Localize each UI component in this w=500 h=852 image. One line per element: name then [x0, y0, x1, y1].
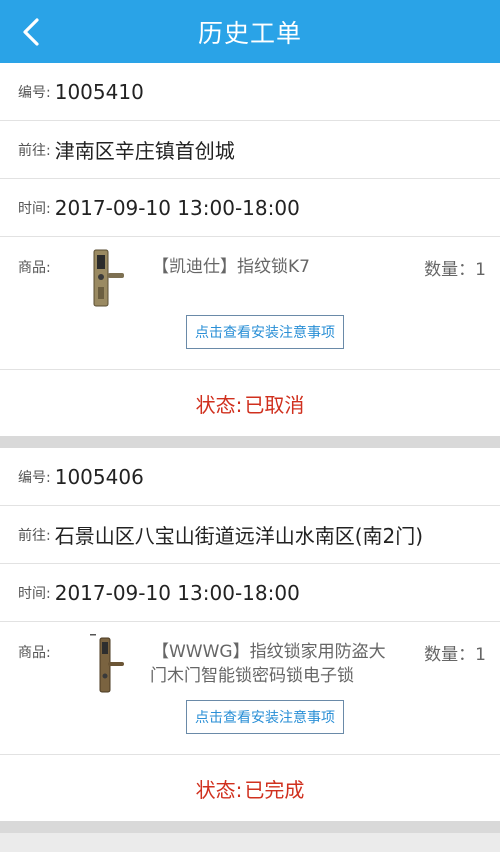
- goods-quantity: 数量：1: [424, 260, 486, 280]
- order-number-label: 编号:: [18, 469, 51, 486]
- time-label: 时间:: [18, 200, 51, 217]
- goods-row: 商品: 【WWWG】指纹锁家用防盗大 门木门智能锁密码锁电子锁 数量：1 点击查…: [0, 622, 500, 755]
- goods-label: 商品:: [18, 645, 51, 661]
- destination-row: 前往: 石景山区八宝山街道远洋山水南区(南2门): [0, 506, 500, 564]
- destination-label: 前往:: [18, 142, 51, 159]
- goods-label: 商品:: [18, 260, 51, 276]
- app-header: 历史工单: [0, 0, 500, 63]
- order-number-value: 1005410: [54, 79, 144, 104]
- destination-value: 石景山区八宝山街道远洋山水南区(南2门): [54, 524, 424, 548]
- destination-row: 前往: 津南区辛庄镇首创城: [0, 121, 500, 179]
- time-row: 时间: 2017-09-10 13:00-18:00: [0, 564, 500, 622]
- goods-row: 商品: 【凯迪仕】指纹锁K7 数量：1 点击查看安装注意事项: [0, 237, 500, 370]
- destination-label: 前往:: [18, 527, 51, 544]
- goods-name-line-2: 门木门智能锁密码锁电子锁: [150, 666, 354, 686]
- chevron-left-icon: [23, 18, 39, 46]
- status-label: 状态:: [195, 392, 243, 417]
- install-notes-button[interactable]: 点击查看安装注意事项: [186, 700, 344, 734]
- status-label: 状态:: [195, 777, 243, 802]
- back-button[interactable]: [16, 14, 46, 50]
- status-row: 状态: 已取消: [0, 370, 500, 436]
- order-number-label: 编号:: [18, 84, 51, 101]
- order-card: 编号: 1005410 前往: 津南区辛庄镇首创城 时间: 2017-09-10…: [0, 63, 500, 436]
- lock-product-image: [90, 634, 124, 693]
- order-list: 编号: 1005410 前往: 津南区辛庄镇首创城 时间: 2017-09-10…: [0, 63, 500, 833]
- destination-value: 津南区辛庄镇首创城: [54, 139, 235, 163]
- card-divider: [0, 436, 500, 448]
- goods-quantity: 数量：1: [424, 645, 486, 665]
- status-row: 状态: 已完成: [0, 755, 500, 821]
- order-card: 编号: 1005406 前往: 石景山区八宝山街道远洋山水南区(南2门) 时间:…: [0, 448, 500, 821]
- time-value: 2017-09-10 13:00-18:00: [54, 580, 300, 605]
- card-divider: [0, 821, 500, 833]
- order-number-row: 编号: 1005406: [0, 448, 500, 506]
- time-label: 时间:: [18, 585, 51, 602]
- page-title: 历史工单: [197, 18, 302, 48]
- goods-name-line-1: 【WWWG】指纹锁家用防盗大: [152, 642, 386, 662]
- order-number-row: 编号: 1005410: [0, 63, 500, 121]
- time-value: 2017-09-10 13:00-18:00: [54, 195, 300, 220]
- lock-product-image: [93, 249, 124, 307]
- status-value: 已完成: [244, 777, 305, 802]
- install-notes-button[interactable]: 点击查看安装注意事项: [186, 315, 344, 349]
- order-number-value: 1005406: [54, 464, 144, 489]
- time-row: 时间: 2017-09-10 13:00-18:00: [0, 179, 500, 237]
- goods-name: 【凯迪仕】指纹锁K7: [152, 257, 310, 277]
- status-value: 已取消: [244, 392, 305, 417]
